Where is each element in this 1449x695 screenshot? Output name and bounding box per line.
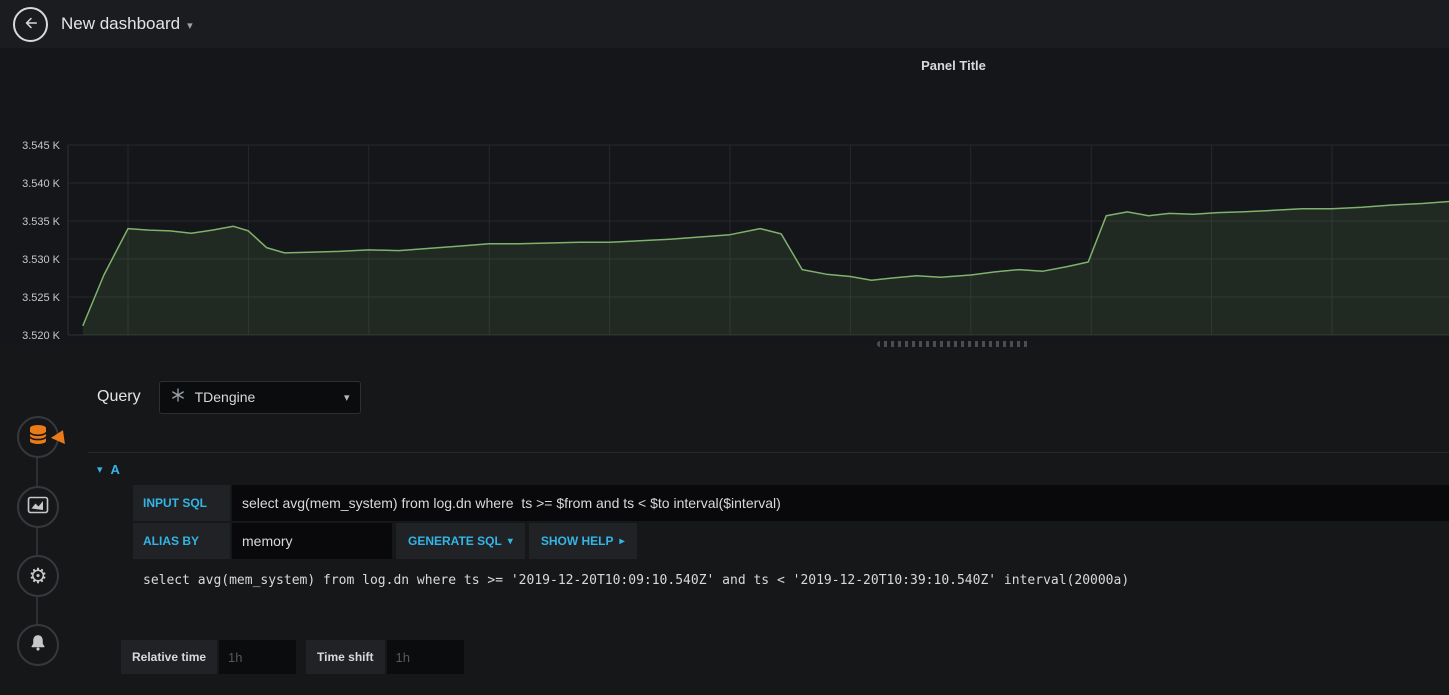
bell-icon — [27, 632, 49, 659]
svg-text:3.525 K: 3.525 K — [22, 292, 61, 304]
alias-by-row: ALIAS BY GENERATE SQL ▾ SHOW HELP ▸ — [133, 523, 1449, 559]
panel-edit-divider — [0, 341, 1449, 370]
dashboard-title-dropdown[interactable]: New dashboard ▾ — [61, 14, 193, 34]
time-shift-group: Time shift — [306, 640, 464, 674]
chevron-down-icon: ▾ — [187, 20, 193, 32]
alias-by-label: ALIAS BY — [133, 523, 230, 559]
relative-time-input[interactable] — [219, 640, 297, 674]
resize-handle[interactable] — [877, 341, 1029, 347]
query-ref-id: A — [110, 462, 120, 477]
query-section-title: Query — [97, 388, 141, 405]
svg-text:3.545 K: 3.545 K — [22, 140, 61, 152]
panel-viewport: Panel Title 3.545 K 3.540 K 3.535 K 3.530 K… — [0, 48, 1449, 345]
time-shift-label: Time shift — [306, 640, 385, 674]
datasource-label: TDengine — [194, 389, 256, 405]
alias-by-field[interactable] — [232, 523, 392, 559]
tab-general[interactable]: ⚙ — [17, 555, 59, 597]
panel: Panel Title 3.545 K 3.540 K 3.535 K 3.530 K… — [0, 48, 1449, 345]
tab-alert[interactable] — [17, 624, 59, 666]
cursor-arrow — [50, 430, 65, 446]
show-help-button[interactable]: SHOW HELP ▸ — [528, 523, 637, 559]
relative-time-label: Relative time — [121, 640, 218, 674]
time-series-chart: 3.545 K 3.540 K 3.535 K 3.530 K 3.525 K 3.520… — [22, 140, 1449, 345]
query-editor-content: Query TDengine ▾ ▾ A INPUT SQL select av… — [88, 370, 1449, 674]
show-help-label: SHOW HELP — [540, 534, 614, 548]
chevron-right-icon: ▸ — [619, 535, 625, 547]
relative-time-group: Relative time — [121, 640, 297, 674]
generate-sql-button[interactable]: GENERATE SQL ▾ — [396, 523, 525, 559]
time-shift-input[interactable] — [386, 640, 464, 674]
generate-sql-label: GENERATE SQL — [408, 534, 502, 548]
input-sql-row: INPUT SQL — [133, 485, 1449, 521]
query-rows: INPUT SQL ALIAS BY GENERATE SQL ▾ SHOW H… — [133, 485, 1449, 588]
svg-text:3.530 K: 3.530 K — [22, 254, 61, 266]
input-sql-field[interactable] — [232, 485, 1449, 521]
editor-tab-rail: ⚙ — [0, 370, 78, 695]
svg-text:3.520 K: 3.520 K — [22, 330, 61, 342]
chart-icon — [26, 493, 50, 522]
back-button[interactable] — [13, 6, 48, 42]
panel-editor: ⚙ Query TDengine ▾ ▾ A INPUT SQL select … — [0, 370, 1449, 695]
query-row-toggle[interactable]: ▾ A — [88, 453, 1449, 485]
top-navbar: New dashboard ▾ — [0, 0, 1449, 48]
arrow-left-icon — [22, 14, 40, 35]
gear-icon: ⚙ — [28, 564, 48, 588]
input-sql-label: INPUT SQL — [133, 485, 230, 521]
svg-text:3.535 K: 3.535 K — [22, 216, 61, 228]
chevron-down-icon: ▾ — [344, 391, 350, 404]
svg-text:3.540 K: 3.540 K — [22, 178, 61, 190]
tab-visualization[interactable] — [17, 486, 59, 528]
tab-connector-line — [36, 437, 38, 645]
datasource-icon — [170, 387, 186, 408]
datasource-picker[interactable]: TDengine ▾ — [158, 380, 361, 414]
dashboard-title: New dashboard — [61, 14, 181, 33]
chevron-down-icon: ▾ — [507, 535, 513, 547]
database-icon — [26, 423, 50, 452]
collapse-caret-icon: ▾ — [97, 464, 103, 476]
time-options-row: Relative time Time shift — [121, 640, 1449, 674]
generated-sql-text: select avg(mem_system) from log.dn where… — [143, 573, 1130, 588]
query-header: Query TDengine ▾ — [88, 380, 1449, 414]
